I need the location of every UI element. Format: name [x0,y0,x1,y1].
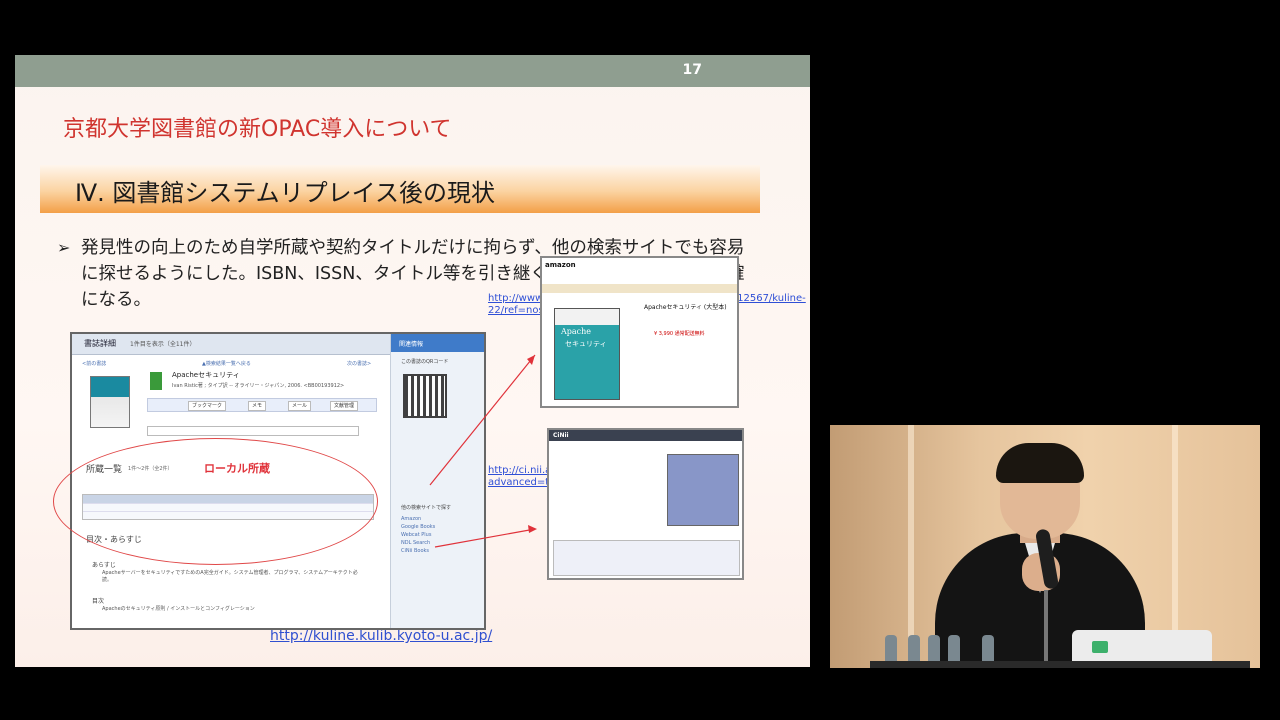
cinii-search-panel [667,454,739,526]
cinii-top-bar: CiNii [549,430,742,441]
arrow-head-cinii [528,525,537,533]
speaker-video [830,425,1260,668]
laptop-sticker-icon [1092,641,1108,653]
amazon-book-cover: Apache セキュリティ [554,308,620,400]
cinii-screenshot: CiNii [547,428,744,580]
cinii-logo: CiNii [553,432,569,439]
amazon-cover-sub: セキュリティ [565,340,607,348]
wall-stripe [908,425,914,668]
arrow-to-cinii [434,528,536,548]
cinii-result-list [553,540,740,576]
amazon-screenshot: amazon Apache セキュリティ Apacheセキュリティ (大型本) … [540,256,739,408]
amazon-nav-bar [542,284,737,293]
amazon-logo: amazon [545,261,576,269]
amazon-price: ¥ 3,990 通常配送無料 [654,331,705,337]
arrow-to-amazon [429,354,536,486]
mic-stand [1044,590,1048,668]
podium-edge [870,661,1250,668]
amazon-product-title: Apacheセキュリティ (大型本) [644,304,727,311]
speaker-hair [996,443,1084,483]
amazon-cover-title: Apache [561,327,592,336]
